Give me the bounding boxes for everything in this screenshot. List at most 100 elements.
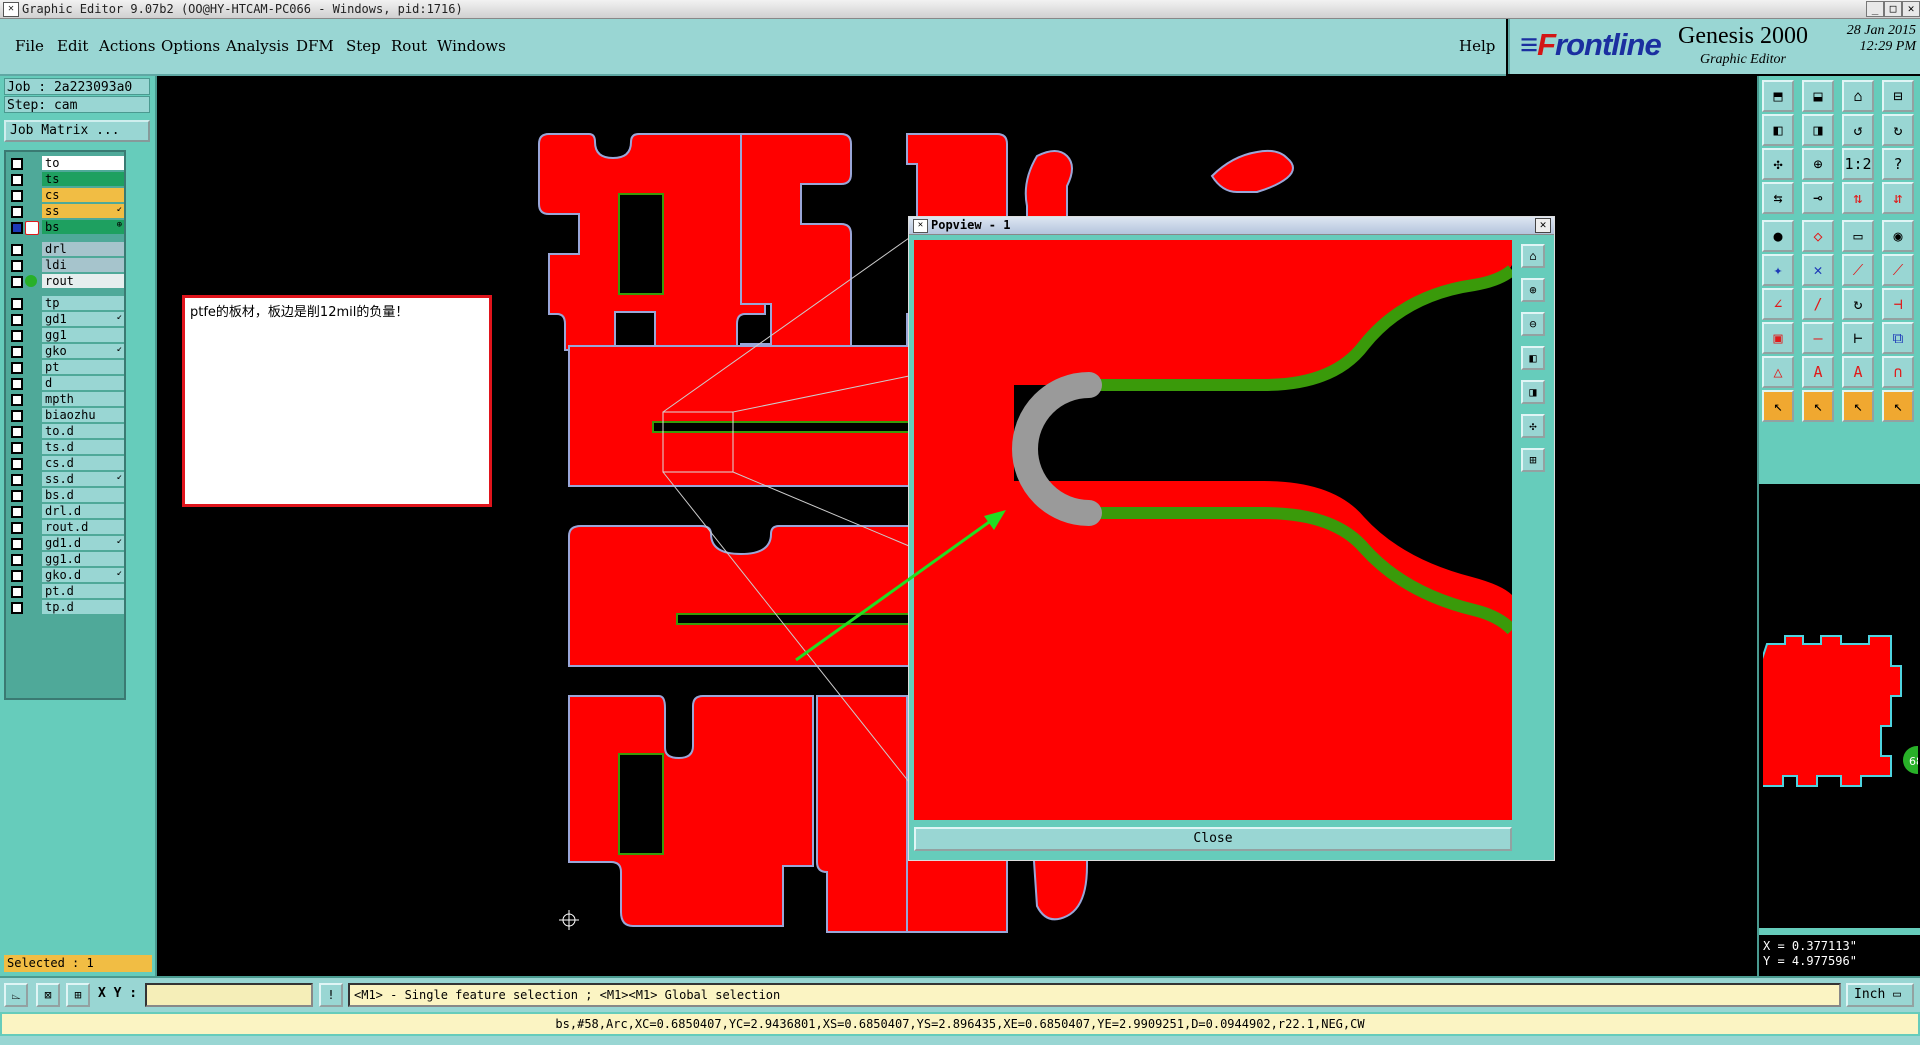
layer-row[interactable]: mpth bbox=[6, 392, 124, 407]
layer-checkbox[interactable] bbox=[11, 362, 23, 374]
layer-name[interactable]: ts.d bbox=[42, 440, 124, 454]
layer-checkbox[interactable] bbox=[11, 276, 23, 288]
layer-checkbox[interactable] bbox=[11, 222, 23, 234]
layer-up-icon[interactable]: ⇅ bbox=[1842, 182, 1874, 214]
menu-dfm[interactable]: DFM bbox=[296, 37, 334, 55]
job-matrix-button[interactable]: Job Matrix ... bbox=[4, 120, 150, 142]
layer-row[interactable]: pt.d bbox=[6, 584, 124, 599]
layer-checkbox[interactable] bbox=[11, 346, 23, 358]
layer-row[interactable]: rout.d bbox=[6, 520, 124, 535]
drag-icon[interactable]: ⊸ bbox=[1802, 182, 1834, 214]
layer-checkbox[interactable] bbox=[11, 586, 23, 598]
maximize-icon[interactable]: □ bbox=[1884, 1, 1902, 17]
layer-row[interactable]: biaozhu bbox=[6, 408, 124, 423]
layer-row[interactable]: gg1.d bbox=[6, 552, 124, 567]
layer-name[interactable]: gd1.d bbox=[42, 536, 124, 550]
layer-row[interactable]: bs ⊕ bbox=[6, 220, 124, 235]
square-icon[interactable]: ▣ bbox=[1762, 322, 1794, 354]
layer-row[interactable]: tp bbox=[6, 296, 124, 311]
layer-name[interactable]: bs bbox=[42, 220, 124, 234]
layer-row[interactable]: gd1.d ↙ bbox=[6, 536, 124, 551]
layer-name[interactable]: rout.d bbox=[42, 520, 124, 534]
board-thumbnail[interactable]: 68 bbox=[1763, 626, 1918, 796]
triangle-icon[interactable]: △ bbox=[1762, 356, 1794, 388]
layer-row[interactable]: ts bbox=[6, 172, 124, 187]
scale-icon[interactable]: 1:2 bbox=[1842, 148, 1874, 180]
break-icon[interactable]: ⊣ bbox=[1882, 288, 1914, 320]
layer-row[interactable]: gd1 ↙ bbox=[6, 312, 124, 327]
layer-row[interactable]: drl.d bbox=[6, 504, 124, 519]
close-icon[interactable]: ✕ bbox=[1902, 1, 1920, 17]
fit-icon[interactable]: ✣ bbox=[1521, 414, 1545, 438]
xy-input[interactable] bbox=[145, 983, 313, 1007]
shape-icon[interactable]: ◇ bbox=[1802, 220, 1834, 252]
layer-checkbox[interactable] bbox=[11, 570, 23, 582]
layer-name[interactable]: ss bbox=[42, 204, 124, 218]
layer-name[interactable]: gg1 bbox=[42, 328, 124, 342]
pan-left-icon[interactable]: ◧ bbox=[1521, 346, 1545, 370]
layer-row[interactable]: to bbox=[6, 156, 124, 171]
undo-icon[interactable]: ↺ bbox=[1842, 114, 1874, 146]
layer-down-icon[interactable]: ⇵ bbox=[1882, 182, 1914, 214]
layer-row[interactable]: ldi bbox=[6, 258, 124, 273]
menu-rout[interactable]: Rout bbox=[391, 37, 427, 55]
layer-name[interactable]: tp bbox=[42, 296, 124, 310]
layer-checkbox[interactable] bbox=[11, 538, 23, 550]
layer-name[interactable]: gko bbox=[42, 344, 124, 358]
zoom-in-icon[interactable]: ⊕ bbox=[1521, 278, 1545, 302]
menu-analysis[interactable]: Analysis bbox=[226, 37, 289, 55]
snap-icon[interactable]: ⊠ bbox=[36, 983, 60, 1007]
layer-checkbox[interactable] bbox=[11, 330, 23, 342]
layer-checkbox[interactable] bbox=[11, 410, 23, 422]
pan-right-icon[interactable]: ◨ bbox=[1521, 380, 1545, 404]
layer-name[interactable]: cs.d bbox=[42, 456, 124, 470]
layer-row[interactable]: gko ↙ bbox=[6, 344, 124, 359]
panel-icon[interactable]: ⊟ bbox=[1882, 80, 1914, 112]
layer-checkbox[interactable] bbox=[11, 474, 23, 486]
angle-icon[interactable]: ∠ bbox=[1762, 288, 1794, 320]
layer-checkbox[interactable] bbox=[11, 244, 23, 256]
layer-name[interactable]: gd1 bbox=[42, 312, 124, 326]
layer-name[interactable]: biaozhu bbox=[42, 408, 124, 422]
unit-selector[interactable]: Inch ▭ bbox=[1846, 983, 1914, 1007]
layer-name[interactable]: pt.d bbox=[42, 584, 124, 598]
layer-checkbox[interactable] bbox=[11, 602, 23, 614]
layer-row[interactable]: pt bbox=[6, 360, 124, 375]
layer-name[interactable]: pt bbox=[42, 360, 124, 374]
menu-windows[interactable]: Windows bbox=[437, 37, 506, 55]
node-icon[interactable]: ✦ bbox=[1762, 254, 1794, 286]
layer-row[interactable]: gko.d ↙ bbox=[6, 568, 124, 583]
layer-row[interactable]: d bbox=[6, 376, 124, 391]
menu-help[interactable]: Help bbox=[1459, 37, 1495, 55]
layer-checkbox[interactable] bbox=[11, 174, 23, 186]
grid-icon[interactable]: ⊞ bbox=[66, 983, 90, 1007]
layer-name[interactable]: d bbox=[42, 376, 124, 390]
layer-checkbox[interactable] bbox=[11, 506, 23, 518]
layer-name[interactable]: rout bbox=[42, 274, 124, 288]
zoom-home-icon[interactable]: ⌂ bbox=[1521, 244, 1545, 268]
redo-icon[interactable]: ↻ bbox=[1882, 114, 1914, 146]
layer-checkbox[interactable] bbox=[11, 394, 23, 406]
layer-checkbox[interactable] bbox=[11, 314, 23, 326]
step-right-icon[interactable]: ◨ bbox=[1802, 114, 1834, 146]
minus-icon[interactable]: — bbox=[1802, 322, 1834, 354]
layer-checkbox[interactable] bbox=[11, 158, 23, 170]
menu-file[interactable]: File bbox=[15, 37, 44, 55]
layer-checkbox[interactable] bbox=[11, 190, 23, 202]
measure-icon[interactable]: ⌳ bbox=[4, 983, 28, 1007]
step-left-icon[interactable]: ◧ bbox=[1762, 114, 1794, 146]
circle-icon[interactable]: ◉ bbox=[1882, 220, 1914, 252]
layer-name[interactable]: to.d bbox=[42, 424, 124, 438]
menu-step[interactable]: Step bbox=[346, 37, 381, 55]
layer-name[interactable]: ldi bbox=[42, 258, 124, 272]
menu-options[interactable]: Options bbox=[161, 37, 220, 55]
layer-checkbox[interactable] bbox=[11, 206, 23, 218]
layer-row[interactable]: drl bbox=[6, 242, 124, 257]
arch-icon[interactable]: ∩ bbox=[1882, 356, 1914, 388]
layer-name[interactable]: mpth bbox=[42, 392, 124, 406]
layer-name[interactable]: gko.d bbox=[42, 568, 124, 582]
layer-row[interactable]: gg1 bbox=[6, 328, 124, 343]
fit-all-icon[interactable]: ⊞ bbox=[1521, 448, 1545, 472]
select-multi-icon[interactable]: ↖ bbox=[1882, 390, 1914, 422]
layer-name[interactable]: tp.d bbox=[42, 600, 124, 614]
